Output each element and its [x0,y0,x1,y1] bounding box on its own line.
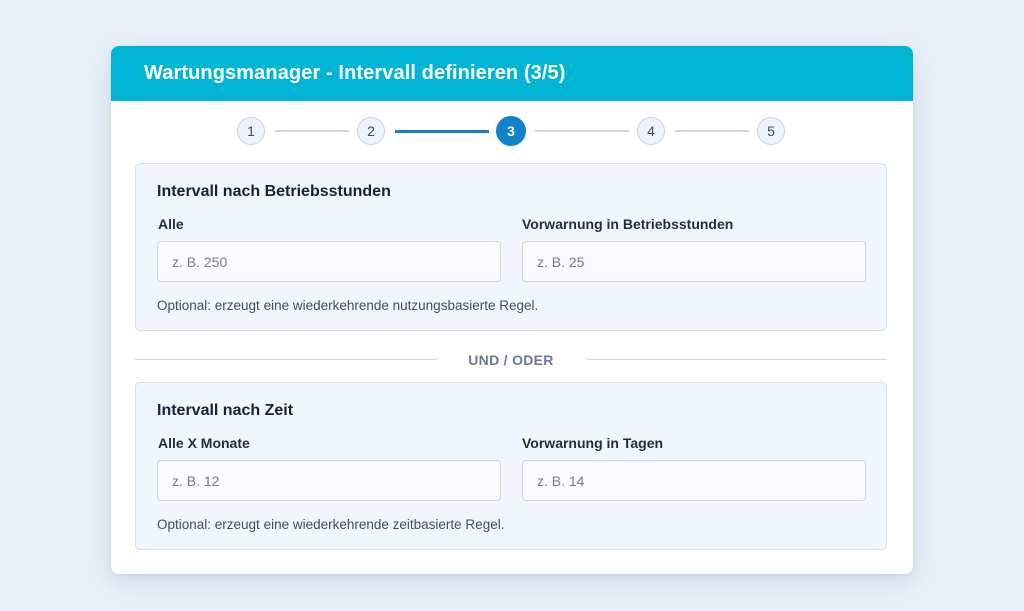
warning-days-label: Vorwarnung in Tagen [522,435,664,451]
operating-hours-hint: Optional: erzeugt eine wiederkehrende nu… [157,298,539,313]
operating-hours-heading: Intervall nach Betriebsstunden [157,183,391,200]
every-hours-label: Alle [158,216,184,232]
warning-hours-label: Vorwarnung in Betriebsstunden [522,216,734,232]
step-5[interactable]: 5 [757,117,785,145]
wizard-stepper: 1 2 3 4 5 [111,101,913,163]
step-connector-4-5 [675,130,749,132]
step-3-current[interactable]: 3 [496,116,526,146]
operating-hours-section: Intervall nach Betriebsstunden Alle Vorw… [135,163,887,331]
step-connector-2-3 [395,130,489,133]
every-hours-input[interactable] [157,241,501,282]
interval-dialog: Wartungsmanager - Intervall definieren (… [111,46,913,574]
step-1[interactable]: 1 [237,117,265,145]
every-months-label: Alle X Monate [158,435,250,451]
and-or-separator: UND / ODER [135,350,887,370]
time-heading: Intervall nach Zeit [157,402,294,419]
every-months-input[interactable] [157,460,501,501]
step-connector-3-4 [535,130,629,132]
time-hint: Optional: erzeugt eine wiederkehrende ze… [157,517,505,532]
separator-label: UND / ODER [468,352,554,368]
warning-days-input[interactable] [522,460,866,501]
dialog-titlebar: Wartungsmanager - Intervall definieren (… [111,46,913,101]
step-2[interactable]: 2 [357,117,385,145]
step-connector-1-2 [275,130,349,132]
step-4[interactable]: 4 [637,117,665,145]
dialog-title: Wartungsmanager - Intervall definieren (… [144,62,566,84]
warning-hours-input[interactable] [522,241,866,282]
time-section: Intervall nach Zeit Alle X Monate Vorwar… [135,382,887,550]
